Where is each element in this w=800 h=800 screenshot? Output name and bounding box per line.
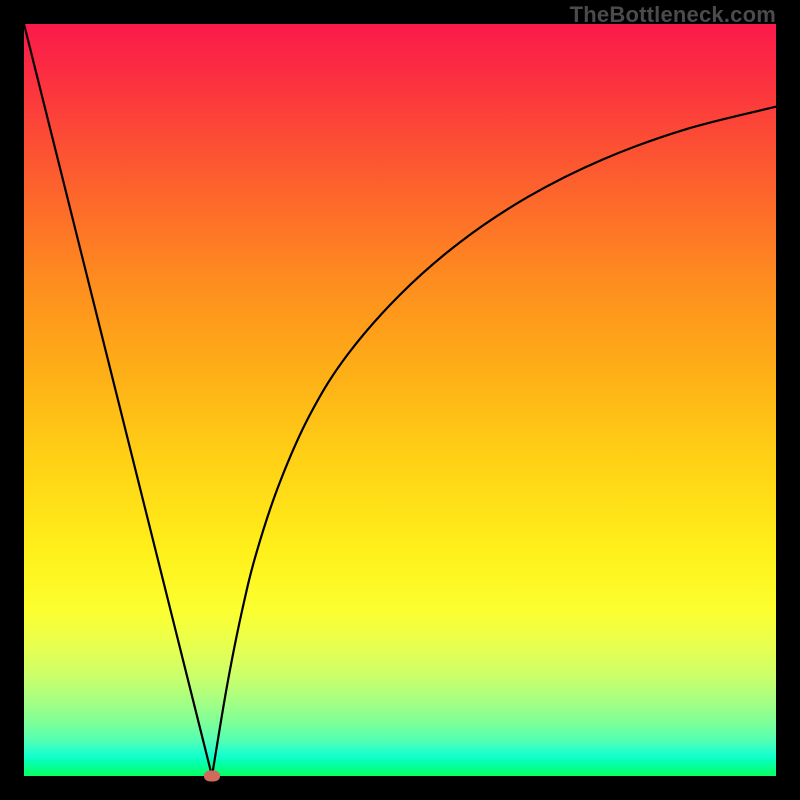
plot-area — [24, 24, 776, 776]
min-marker — [204, 771, 220, 782]
curve-right-branch — [212, 107, 776, 776]
curve-left-branch — [24, 24, 212, 776]
bottleneck-curve — [24, 24, 776, 776]
chart-frame: TheBottleneck.com — [0, 0, 800, 800]
